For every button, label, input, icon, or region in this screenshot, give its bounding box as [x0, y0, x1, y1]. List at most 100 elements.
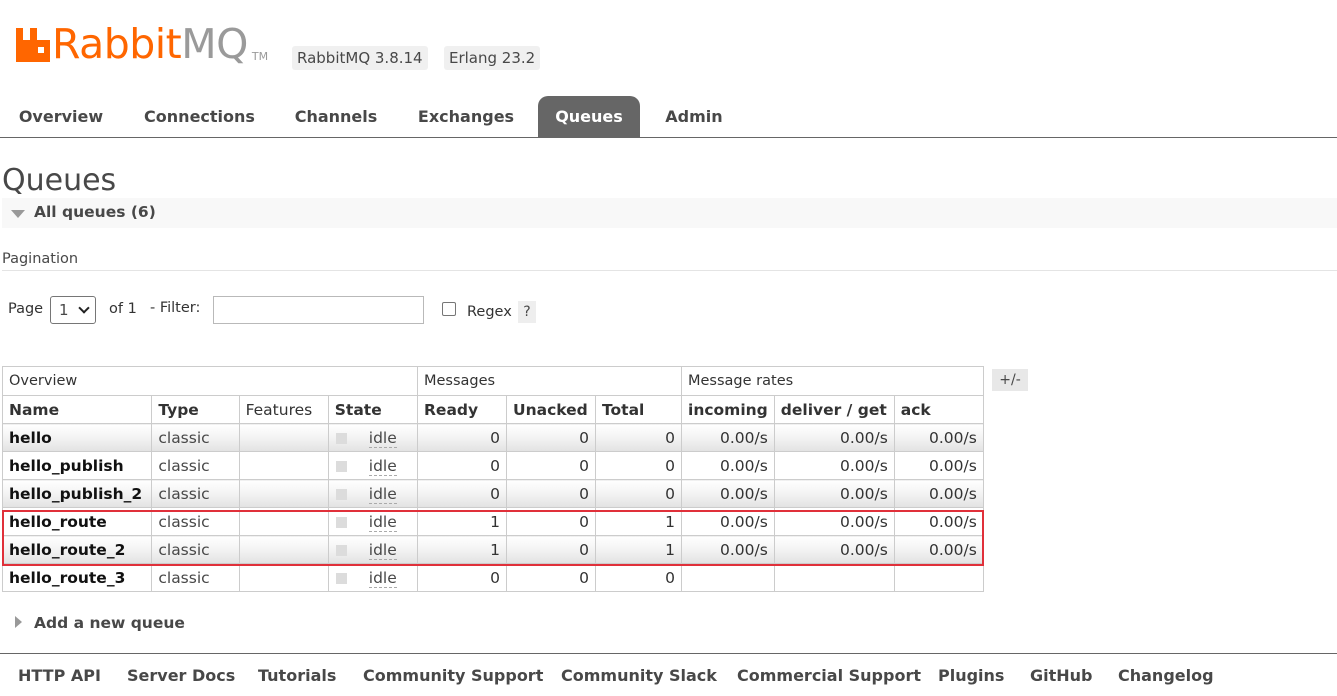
queue-state: idle [327, 451, 419, 480]
add-queue-label[interactable]: Add a new queue [34, 614, 185, 632]
logo-word-rabbit: Rabbit [52, 20, 182, 68]
col-name[interactable]: Name [1, 395, 153, 424]
pagination-title: Pagination [2, 251, 1337, 271]
group-message-rates: Message rates [681, 366, 984, 396]
ready-count: 0 [417, 563, 507, 592]
queue-state: idle [327, 479, 419, 508]
queue-name-link[interactable]: hello_publish_2 [1, 479, 153, 508]
col-incoming[interactable]: incoming [681, 395, 775, 424]
chevron-down-icon [78, 302, 90, 314]
tab-connections[interactable]: Connections [136, 96, 263, 137]
rabbitmq-logo-icon [16, 28, 50, 62]
footer-link-plugins[interactable]: Plugins [938, 666, 1004, 685]
col-unacked[interactable]: Unacked [506, 395, 596, 424]
footer-link-tutorials[interactable]: Tutorials [258, 666, 336, 685]
group-overview: Overview [2, 366, 418, 396]
state-indicator-icon [335, 432, 347, 444]
triangle-down-icon [11, 210, 25, 218]
state-indicator-icon [335, 572, 347, 584]
unacked-count: 0 [506, 423, 596, 452]
page-count: of 1 [109, 301, 137, 317]
col-type[interactable]: Type [151, 395, 240, 424]
queue-type: classic [151, 423, 240, 452]
footer-link-server-docs[interactable]: Server Docs [127, 666, 235, 685]
footer-link-github[interactable]: GitHub [1030, 666, 1093, 685]
table-row: hello_publish classic idle 0 0 0 0.00/s … [1, 451, 984, 480]
queue-features [238, 423, 329, 452]
all-queues-label: All queues (6) [34, 203, 156, 221]
queue-type: classic [151, 563, 240, 592]
col-features[interactable]: Features [238, 395, 329, 424]
deliver-get-rate: 0.00/s [773, 479, 895, 508]
table-row: hello_publish_2 classic idle 0 0 0 0.00/… [1, 479, 984, 508]
total-count: 0 [595, 423, 682, 452]
col-total[interactable]: Total [595, 395, 682, 424]
tab-queues[interactable]: Queues [538, 96, 640, 137]
queue-name-link[interactable]: hello_publish [1, 451, 153, 480]
col-deliver-get[interactable]: deliver / get [773, 395, 895, 424]
deliver-get-rate [773, 563, 895, 592]
state-label: idle [368, 428, 397, 448]
queue-name-link[interactable]: hello [1, 423, 153, 452]
ready-count: 0 [417, 451, 507, 480]
regex-label: Regex [467, 304, 512, 320]
deliver-get-rate: 0.00/s [773, 451, 895, 480]
unacked-count: 0 [506, 563, 596, 592]
state-indicator-icon [335, 460, 347, 472]
queue-features [238, 451, 329, 480]
queue-name-link[interactable]: hello_route_3 [1, 563, 153, 592]
tab-admin[interactable]: Admin [655, 96, 733, 137]
state-label: idle [368, 456, 397, 476]
filter-label: - Filter: [150, 300, 201, 316]
footer-link-changelog[interactable]: Changelog [1118, 666, 1214, 685]
queue-state: idle [327, 423, 419, 452]
page-select[interactable]: 1 [50, 296, 96, 324]
rabbitmq-logo[interactable]: RabbitMQ TM [16, 22, 268, 66]
state-indicator-icon [335, 488, 347, 500]
filter-input[interactable] [213, 296, 424, 324]
highlight-box [2, 510, 984, 566]
ack-rate: 0.00/s [893, 423, 984, 452]
ack-rate: 0.00/s [893, 451, 984, 480]
page-title: Queues [2, 163, 117, 198]
ack-rate [893, 563, 984, 592]
state-label: idle [368, 568, 397, 588]
footer-link-http-api[interactable]: HTTP API [18, 666, 101, 685]
ack-rate: 0.00/s [893, 479, 984, 508]
queue-type: classic [151, 451, 240, 480]
regex-help-button[interactable]: ? [518, 301, 536, 323]
col-state[interactable]: State [327, 395, 419, 424]
col-ready[interactable]: Ready [417, 395, 507, 424]
tab-channels[interactable]: Channels [285, 96, 387, 137]
incoming-rate: 0.00/s [681, 423, 775, 452]
logo-word-mq: MQ [181, 20, 248, 68]
all-queues-toggle[interactable]: All queues (6) [2, 198, 1337, 228]
table-row: hello classic idle 0 0 0 0.00/s 0.00/s 0… [1, 423, 984, 452]
columns-toggle-button[interactable]: +/- [992, 369, 1028, 391]
triangle-right-icon [15, 616, 22, 628]
state-label: idle [368, 484, 397, 504]
unacked-count: 0 [506, 451, 596, 480]
col-ack[interactable]: ack [893, 395, 984, 424]
deliver-get-rate: 0.00/s [773, 423, 895, 452]
incoming-rate: 0.00/s [681, 451, 775, 480]
footer: HTTP API Server Docs Tutorials Community… [0, 653, 1337, 696]
footer-link-community-slack[interactable]: Community Slack [561, 666, 717, 685]
queue-features [238, 563, 329, 592]
ready-count: 0 [417, 423, 507, 452]
queue-features [238, 479, 329, 508]
regex-checkbox[interactable] [442, 302, 456, 316]
tab-exchanges[interactable]: Exchanges [410, 96, 522, 137]
main-nav: Overview Connections Channels Exchanges … [0, 96, 1337, 138]
page-select-value: 1 [59, 301, 69, 319]
version-badge: RabbitMQ 3.8.14 [292, 46, 428, 70]
tab-overview[interactable]: Overview [10, 96, 112, 137]
total-count: 0 [595, 563, 682, 592]
incoming-rate [681, 563, 775, 592]
total-count: 0 [595, 479, 682, 508]
table-row: hello_route_3 classic idle 0 0 0 [1, 563, 984, 592]
logo-trademark: TM [251, 50, 269, 63]
footer-link-commercial-support[interactable]: Commercial Support [737, 666, 921, 685]
incoming-rate: 0.00/s [681, 479, 775, 508]
footer-link-community-support[interactable]: Community Support [363, 666, 543, 685]
